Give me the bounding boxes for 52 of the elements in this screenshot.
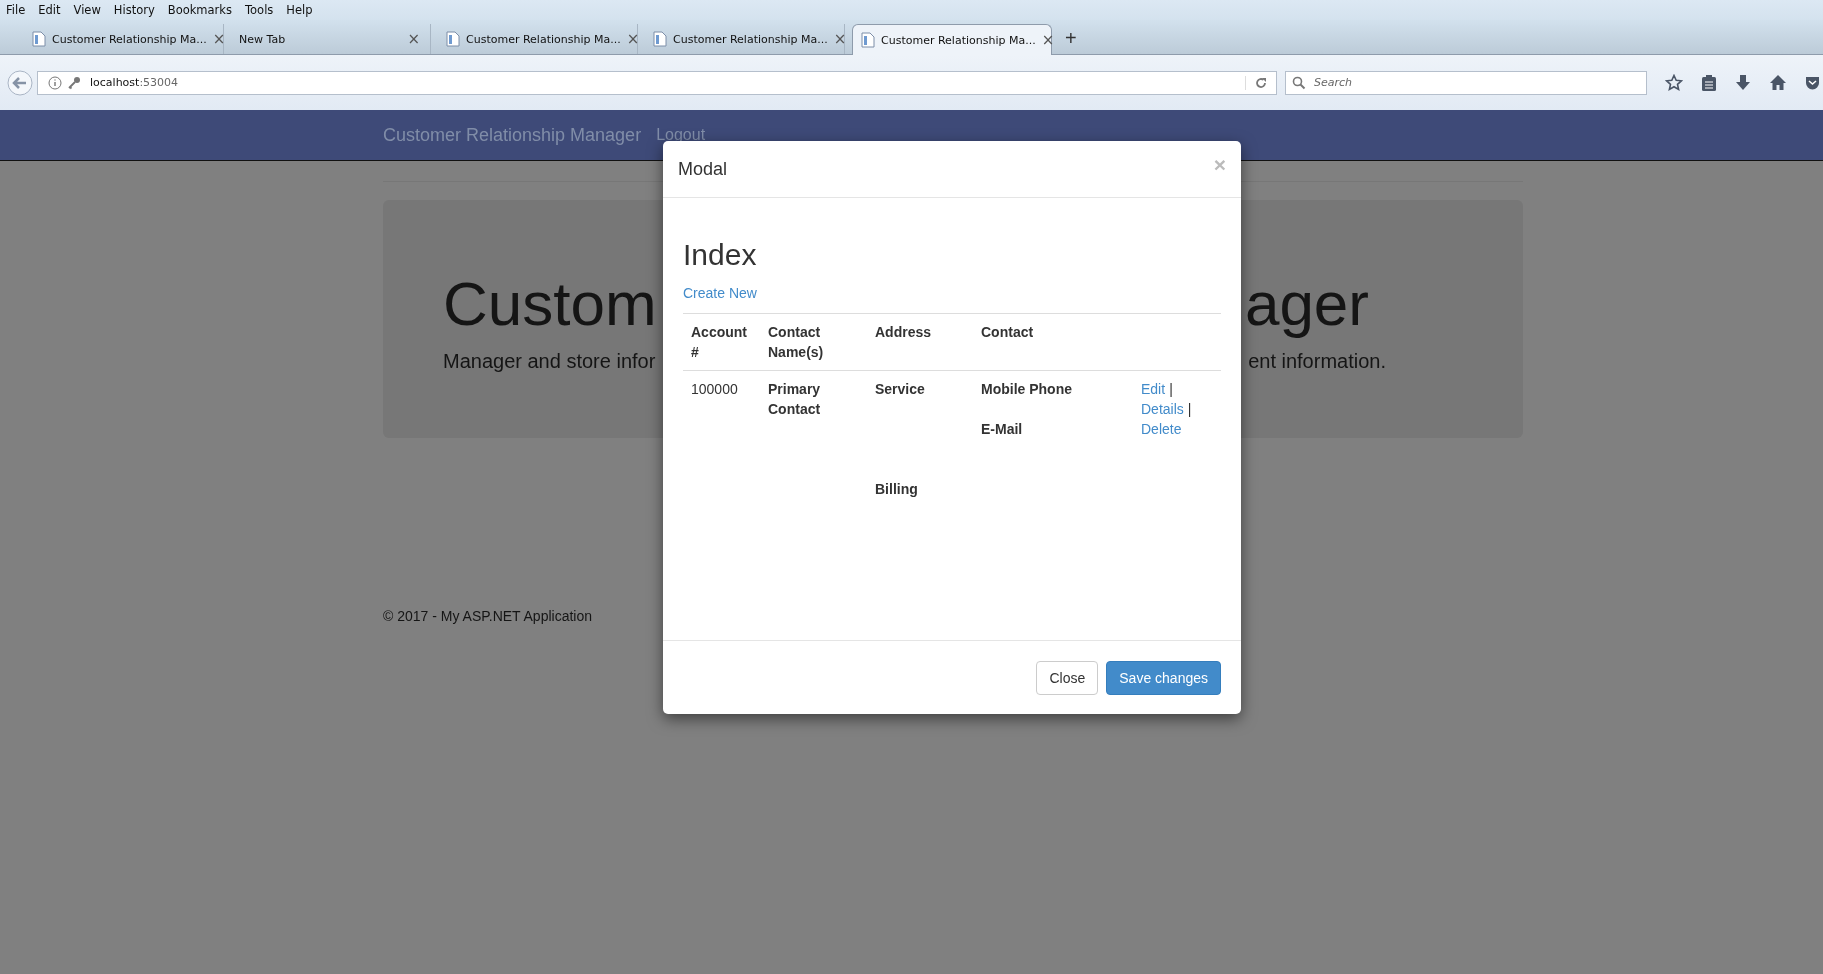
column-header: Address: [874, 323, 933, 342]
action-link[interactable]: Details: [1141, 399, 1184, 419]
column-header: Contact Name(s): [767, 323, 825, 362]
menu-item[interactable]: Edit: [38, 3, 61, 17]
browser-tab[interactable]: Customer Relationship Ma... ×: [438, 24, 638, 54]
new-tab-button[interactable]: +: [1059, 27, 1083, 54]
separator-text: |: [1187, 400, 1192, 419]
heading-text: ager: [1244, 270, 1369, 339]
menu-item[interactable]: History: [113, 3, 155, 17]
menu-item[interactable]: Bookmarks: [167, 3, 232, 17]
search-input[interactable]: Search: [1312, 75, 1616, 90]
menu-item[interactable]: View: [73, 3, 101, 17]
table-cell-text: Billing: [875, 480, 919, 499]
search-icon: [1292, 75, 1306, 90]
footer-text: © 2017 - My ASP.NET Application: [383, 608, 594, 624]
browser-tab[interactable]: Customer Relationship Ma... ×: [24, 24, 224, 54]
separator-text: |: [1169, 380, 1173, 399]
column-header: Account #: [690, 323, 748, 362]
browser-tab[interactable]: Customer Relationship Ma... ×: [645, 24, 845, 54]
table-cell-text: 100000: [690, 380, 739, 399]
home-icon[interactable]: [1769, 73, 1787, 92]
close-tab-button[interactable]: ×: [212, 31, 226, 47]
clipboard-icon[interactable]: [1701, 73, 1717, 92]
page-heading: Index: [683, 238, 758, 271]
close-tab-button[interactable]: ×: [626, 31, 640, 47]
heading-text: Custom: [443, 270, 657, 339]
table-cell-text: Service: [875, 380, 926, 399]
table-cell-text: Primary Contact: [767, 380, 822, 419]
menu-item[interactable]: File: [6, 3, 26, 17]
menu-item[interactable]: Help: [286, 3, 313, 17]
action-link[interactable]: Edit: [1141, 379, 1166, 399]
close-tab-button[interactable]: ×: [407, 31, 420, 47]
close-button[interactable]: Close: [1036, 660, 1099, 695]
action-link[interactable]: Delete: [1141, 419, 1182, 439]
create-link[interactable]: Create New: [683, 285, 757, 301]
download-icon[interactable]: [1735, 73, 1751, 92]
close-tab-button[interactable]: ×: [833, 31, 847, 47]
browser-tab[interactable]: New Tab ×: [231, 24, 431, 54]
back-icon[interactable]: [7, 69, 33, 96]
lead-text: Manager and store infor: [443, 350, 656, 374]
table-cell-text: E-Mail: [981, 420, 1024, 439]
column-header: Contact: [980, 323, 1035, 342]
modal-title: Modal: [678, 158, 728, 180]
info-icon[interactable]: [48, 75, 62, 90]
search-field[interactable]: Search: [1285, 70, 1647, 95]
key-icon[interactable]: [67, 75, 81, 90]
save-button[interactable]: Save changes: [1106, 660, 1221, 695]
address-bar[interactable]: localhost:53004: [37, 70, 1277, 95]
menu-item[interactable]: Tools: [245, 3, 274, 17]
table-cell-text: Mobile Phone: [981, 380, 1073, 399]
lead-text: ent information.: [1248, 350, 1386, 374]
star-icon[interactable]: [1665, 73, 1683, 92]
